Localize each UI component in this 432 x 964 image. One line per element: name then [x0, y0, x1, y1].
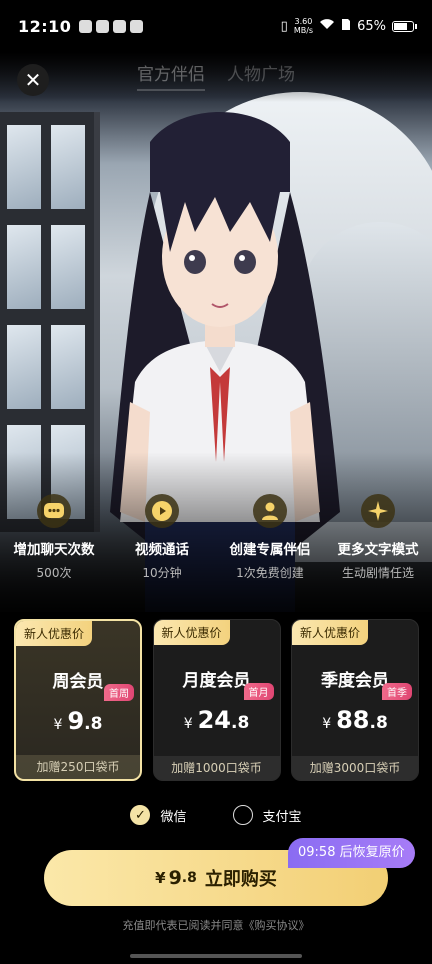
- app-notification-icon: [113, 19, 127, 33]
- plan-price: ¥88.8: [292, 706, 418, 734]
- payment-label: 支付宝: [262, 809, 302, 825]
- plan-card-quarterly[interactable]: 新人优惠价 季度会员 首季 ¥88.8 加赠3000口袋币: [291, 619, 419, 781]
- feature-subtitle: 500次: [36, 566, 72, 580]
- new-user-badge: 新人优惠价: [292, 620, 369, 645]
- net-speed-value: 3.60: [294, 17, 313, 26]
- feature-title: 更多文字模式: [337, 542, 419, 558]
- sparkle-icon: [361, 494, 395, 528]
- countdown-badge: 09:58 后恢复原价: [288, 838, 415, 868]
- buy-amount: 9: [168, 867, 182, 889]
- currency-symbol: ¥: [183, 716, 193, 732]
- feature-title: 视频通话: [135, 542, 189, 558]
- plan-card-weekly[interactable]: 新人优惠价 周会员 首周 ¥9.8 加赠250口袋币: [14, 619, 142, 781]
- first-period-tag: 首季: [382, 683, 412, 700]
- feature-subtitle: 生动剧情任选: [341, 566, 414, 580]
- feature-list: 增加聊天次数 500次 视频通话 10分钟 创建专属伴侣 1次免费创建 更多文字…: [0, 494, 432, 581]
- battery-percent: 65%: [357, 18, 386, 34]
- feature-video-call: 视频通话 10分钟: [108, 494, 216, 581]
- tab-character-square[interactable]: 人物广场: [227, 60, 295, 91]
- first-period-tag: 首月: [243, 683, 274, 700]
- plan-list: 新人优惠价 周会员 首周 ¥9.8 加赠250口袋币 新人优惠价 月度会员 首月…: [14, 619, 419, 781]
- app-notification-icon: [96, 19, 110, 33]
- status-right: ▯ 3.60 MB/s 65%: [280, 17, 417, 35]
- network-speed: 3.60 MB/s: [294, 17, 313, 35]
- feature-create-companion: 创建专属伴侣 1次免费创建: [216, 494, 324, 581]
- vibrate-icon: ▯: [280, 18, 288, 34]
- price-integer: 9: [67, 707, 85, 735]
- payment-label: 微信: [160, 809, 187, 825]
- payment-option-wechat[interactable]: ✓ 微信: [130, 805, 187, 825]
- radio-empty-icon: [232, 805, 253, 825]
- bonus-coins: 加赠250口袋币: [16, 755, 140, 779]
- top-tabs: 官方伴侣 人物广场: [0, 60, 432, 91]
- chat-bubble-icon: [37, 494, 71, 528]
- close-icon: ✕: [24, 68, 42, 92]
- bonus-coins: 加赠1000口袋币: [153, 756, 280, 780]
- new-user-badge: 新人优惠价: [153, 620, 230, 645]
- buy-label: 立即购买: [204, 869, 277, 890]
- plan-price: ¥9.8: [16, 707, 140, 735]
- currency-symbol: ¥: [53, 717, 63, 733]
- checkmark-icon: ✓: [130, 805, 151, 825]
- feature-title: 增加聊天次数: [13, 542, 95, 558]
- app-notification-icon: [79, 19, 93, 33]
- feature-subtitle: 1次免费创建: [236, 566, 304, 580]
- close-button[interactable]: ✕: [17, 64, 49, 96]
- feature-text-mode: 更多文字模式 生动剧情任选: [324, 494, 432, 581]
- net-speed-unit: MB/s: [293, 26, 314, 35]
- app-notification-icon: [130, 19, 144, 33]
- price-decimal: .8: [369, 713, 388, 733]
- currency-symbol: ¥: [155, 869, 166, 887]
- sim-icon: [341, 18, 351, 35]
- companion-user-icon: [253, 494, 287, 528]
- purchase-agreement-text[interactable]: 充值即代表已阅读并同意《购买协议》: [0, 917, 432, 933]
- feature-chat-count: 增加聊天次数 500次: [0, 494, 108, 581]
- status-bar: 12:10 ▯ 3.60 MB/s 65%: [0, 0, 432, 52]
- payment-option-alipay[interactable]: 支付宝: [232, 805, 302, 825]
- video-play-icon: [145, 494, 179, 528]
- payment-method-selector: ✓ 微信 支付宝: [0, 805, 432, 825]
- price-decimal: .8: [231, 713, 250, 733]
- currency-symbol: ¥: [322, 716, 332, 732]
- feature-subtitle: 10分钟: [142, 566, 182, 580]
- status-time: 12:10: [18, 16, 72, 36]
- price-integer: 88: [336, 706, 370, 734]
- first-period-tag: 首周: [104, 684, 134, 701]
- plan-card-monthly[interactable]: 新人优惠价 月度会员 首月 ¥24.8 加赠1000口袋币: [152, 619, 281, 781]
- notification-icons: [79, 19, 144, 33]
- buy-decimal: .8: [181, 870, 197, 886]
- plan-price: ¥24.8: [154, 706, 280, 734]
- price-decimal: .8: [84, 714, 103, 734]
- bonus-coins: 加赠3000口袋币: [292, 756, 418, 780]
- new-user-badge: 新人优惠价: [16, 621, 93, 646]
- price-integer: 24: [197, 706, 232, 734]
- tab-official-companion[interactable]: 官方伴侣: [137, 60, 205, 91]
- home-indicator: [130, 954, 302, 958]
- feature-title: 创建专属伴侣: [229, 542, 311, 558]
- wifi-icon: [319, 18, 335, 34]
- battery-icon: [392, 20, 417, 32]
